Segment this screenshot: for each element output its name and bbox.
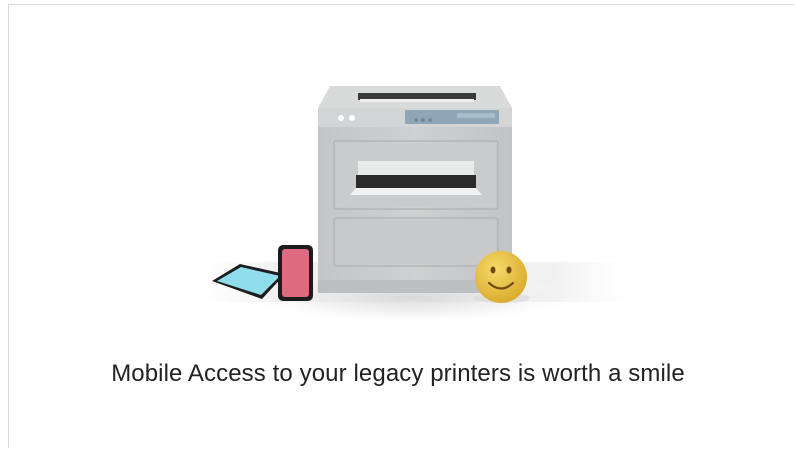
tagline-caption: Mobile Access to your legacy printers is… <box>111 360 685 387</box>
smartphone-icon <box>278 245 313 301</box>
